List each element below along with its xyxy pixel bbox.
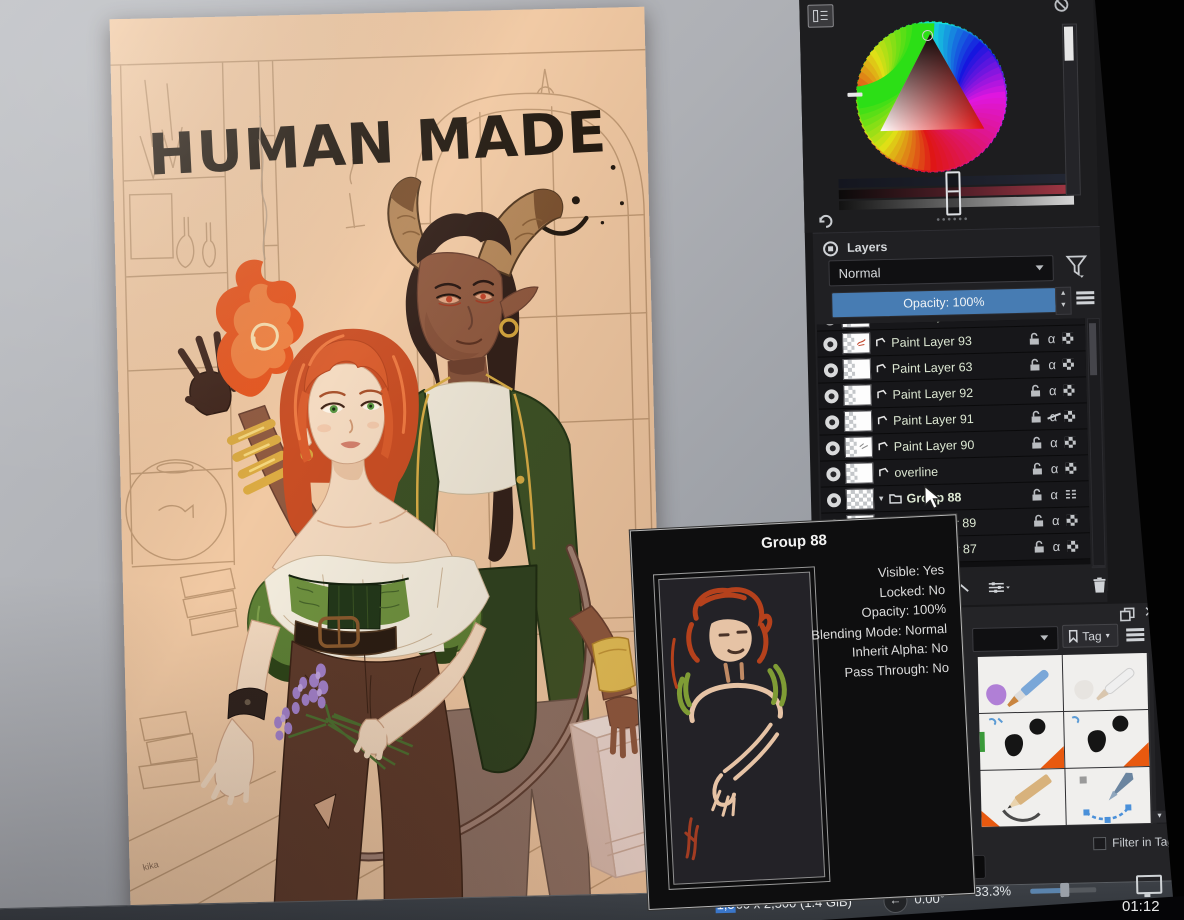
- inherit-alpha-icon[interactable]: [1063, 385, 1074, 396]
- inherit-alpha-icon[interactable]: [1063, 359, 1074, 370]
- filter-in-tag-checkbox[interactable]: [1093, 836, 1106, 849]
- layer-type-icon: [877, 415, 888, 426]
- layers-lock-icon[interactable]: [823, 241, 838, 256]
- display-mode-icon[interactable]: [1152, 623, 1169, 640]
- folder-icon: [888, 493, 901, 504]
- alpha-locked-icon[interactable]: α: [1049, 409, 1057, 424]
- inherit-alpha-icon[interactable]: [1065, 463, 1076, 474]
- no-color-icon[interactable]: [1053, 0, 1069, 13]
- lock-icon[interactable]: [1034, 540, 1046, 553]
- docker-splitter[interactable]: ••••••: [936, 214, 969, 226]
- visibility-eye-icon[interactable]: [825, 415, 839, 429]
- lock-icon[interactable]: [1030, 410, 1042, 423]
- lock-icon[interactable]: [1029, 358, 1041, 371]
- selector-settings-button[interactable]: [807, 4, 834, 28]
- layer-type-icon: [876, 389, 887, 400]
- hue-indicator: [847, 93, 862, 97]
- alpha-icon[interactable]: α: [1047, 318, 1055, 320]
- layer-type-icon: [878, 467, 889, 478]
- visibility-eye-icon[interactable]: [826, 441, 840, 455]
- canvas-only-mode-icon[interactable]: [1136, 875, 1162, 895]
- refresh-icon[interactable]: [817, 212, 834, 229]
- screen-photo: HUMAN MADE: [0, 0, 1184, 920]
- layers-panel-title: Layers: [847, 240, 888, 255]
- tooltip-thumbnail: [653, 566, 831, 890]
- pass-through-icon[interactable]: [1065, 489, 1077, 500]
- inherit-alpha-icon[interactable]: [1067, 541, 1078, 552]
- layer-thumbnail: [843, 358, 871, 380]
- preset-scroll-down-button[interactable]: ▼: [1152, 811, 1166, 823]
- lock-icon[interactable]: [1032, 462, 1044, 475]
- visibility-eye-icon[interactable]: [827, 493, 841, 507]
- alpha-icon[interactable]: α: [1048, 357, 1056, 372]
- alpha-icon[interactable]: α: [1049, 383, 1057, 398]
- blend-dropdown-caret: [1036, 265, 1044, 270]
- filter-in-tag-label: Filter in Tag: [1112, 834, 1174, 849]
- bookmark-icon: [1068, 630, 1078, 643]
- poster-lighting: [109, 7, 665, 916]
- lock-icon[interactable]: [1030, 384, 1042, 397]
- canvas-artwork[interactable]: HUMAN MADE: [109, 7, 665, 916]
- brush-preset-bezier-pen[interactable]: [1065, 767, 1150, 825]
- layers-menu-icon[interactable]: [1076, 291, 1094, 305]
- brush-preset-ink[interactable]: [1064, 710, 1149, 768]
- inherit-alpha-icon[interactable]: [1065, 437, 1076, 448]
- tooltip-title: Group 88: [631, 525, 956, 558]
- visibility-eye-icon[interactable]: [824, 389, 838, 403]
- visibility-eye-icon[interactable]: [824, 363, 838, 377]
- mouse-cursor: [923, 485, 946, 512]
- visibility-eye-icon[interactable]: [823, 337, 837, 351]
- alpha-icon[interactable]: α: [1048, 331, 1056, 346]
- layer-tooltip: Group 88: [630, 514, 975, 910]
- lock-icon[interactable]: [1031, 436, 1043, 449]
- filter-icon[interactable]: [1065, 254, 1088, 279]
- lock-icon[interactable]: [1031, 488, 1043, 501]
- krita-window: HUMAN MADE: [0, 0, 1184, 920]
- alpha-icon[interactable]: α: [1050, 435, 1058, 450]
- blend-mode-dropdown[interactable]: Normal: [828, 255, 1054, 286]
- brush-preset-grid: [978, 653, 1153, 828]
- lock-icon[interactable]: [1029, 332, 1041, 345]
- layer-type-icon: [875, 337, 886, 348]
- delete-layer-trash-icon[interactable]: [1092, 574, 1108, 596]
- layer-thumbnail: [845, 436, 873, 458]
- alpha-icon[interactable]: α: [1050, 487, 1058, 502]
- brush-preset-paintbrush-purple[interactable]: [978, 655, 1063, 713]
- bar-slider-handle[interactable]: [945, 171, 961, 215]
- zoom-level[interactable]: 33.3%: [974, 883, 1011, 899]
- opacity-spinner[interactable]: ▲▼: [1055, 287, 1072, 315]
- alpha-icon[interactable]: α: [1052, 513, 1060, 528]
- close-icon[interactable]: ✕: [1144, 605, 1157, 620]
- presets-menu-icon[interactable]: [1126, 628, 1144, 642]
- alpha-icon[interactable]: α: [1052, 539, 1060, 554]
- layer-type-icon: [878, 441, 889, 452]
- float-icon[interactable]: [1120, 607, 1135, 621]
- recording-clock: 01:12: [1122, 898, 1160, 915]
- layer-properties-icon[interactable]: [987, 578, 1010, 597]
- group-expand-chevron[interactable]: ▾: [879, 493, 884, 504]
- alpha-icon[interactable]: α: [1051, 461, 1059, 476]
- inherit-alpha-icon[interactable]: [1062, 333, 1073, 344]
- preset-dropdown-caret: [1040, 635, 1048, 640]
- visibility-eye-icon[interactable]: [826, 467, 840, 481]
- layer-thumbnail: [842, 332, 870, 354]
- tooltip-properties: Visible: Yes Locked: No Opacity: 100% Bl…: [808, 560, 950, 684]
- inherit-alpha-icon[interactable]: [1066, 515, 1077, 526]
- layer-thumbnail: [844, 410, 872, 432]
- layer-type-icon: [876, 363, 887, 374]
- lock-icon[interactable]: [1033, 514, 1045, 527]
- layer-thumbnail: [843, 384, 871, 406]
- brush-preset-ink-tagged[interactable]: [979, 712, 1064, 770]
- tag-selector[interactable]: Tag ▾: [1062, 624, 1119, 648]
- inherit-alpha-icon[interactable]: [1064, 411, 1075, 422]
- layer-thumbnail: [846, 488, 874, 510]
- opacity-slider[interactable]: Opacity: 100%: [831, 287, 1057, 318]
- brush-preset-pencil[interactable]: [980, 769, 1065, 827]
- layer-thumbnail: [845, 462, 873, 484]
- brush-preset-paintbrush-white[interactable]: [1063, 653, 1148, 711]
